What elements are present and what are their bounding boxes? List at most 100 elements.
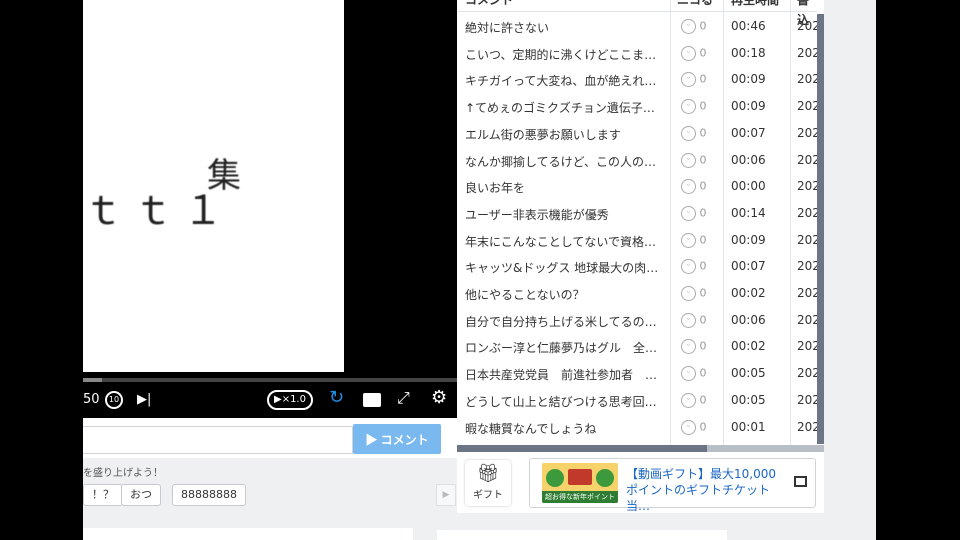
table-row[interactable]: 絶対に許さない ᵕ 0 00:46 202 xyxy=(457,14,817,41)
nico-count[interactable]: ᵕ 0 xyxy=(681,125,707,141)
nico-face-icon[interactable]: ᵕ xyxy=(681,392,696,408)
nico-face-icon[interactable]: ᵕ xyxy=(681,179,696,195)
vertical-scrollbar[interactable] xyxy=(817,14,824,444)
chip-88888888[interactable]: 88888888 xyxy=(172,484,246,506)
nico-face-icon[interactable]: ᵕ xyxy=(681,259,696,275)
nico-count-value: 0 xyxy=(699,420,707,433)
table-row[interactable]: キチガイって大変ね、血が絶えれば… ᵕ 0 00:09 202 xyxy=(457,67,817,94)
nico-count-value: 0 xyxy=(699,99,707,113)
table-row[interactable]: なんか揶揄してるけど、この人の活… ᵕ 0 00:06 202 xyxy=(457,148,817,175)
table-row[interactable]: キャッツ&ドッグス 地球最大の肉球… ᵕ 0 00:07 202 xyxy=(457,254,817,281)
nico-face-icon[interactable]: ᵕ xyxy=(681,205,696,221)
fullscreen-icon[interactable]: ⤢ xyxy=(397,388,410,408)
nico-count[interactable]: ᵕ 0 xyxy=(681,286,707,301)
play-time: 00:46 xyxy=(731,19,766,33)
play-time: 00:07 xyxy=(731,259,766,274)
table-row[interactable]: ロンぶー淳と仁藤夢乃はグル 全国… ᵕ 0 00:02 202 xyxy=(457,334,817,361)
header-comment[interactable]: コメント xyxy=(465,0,513,10)
comment-text: 暇な糖質なんでしょうね xyxy=(465,421,597,436)
nico-face-icon[interactable]: ᵕ xyxy=(681,366,696,382)
nico-count[interactable]: ᵕ 0 xyxy=(681,99,707,115)
post-date: 202 xyxy=(797,19,817,33)
play-time: 00:14 xyxy=(731,205,766,220)
nico-face-icon[interactable]: ᵕ xyxy=(681,232,696,248)
below-content-left xyxy=(83,528,413,540)
post-date: 202 xyxy=(797,392,817,407)
play-time: 00:02 xyxy=(731,286,766,300)
table-row[interactable]: 年末にこんなことしてないで資格の… ᵕ 0 00:09 202 xyxy=(457,228,817,255)
table-row[interactable]: 暇な糖質なんでしょうね ᵕ 0 00:01 202 xyxy=(457,415,817,442)
nico-count-value: 0 xyxy=(699,206,707,220)
banner-image-caption: 超お得な新年ポイント xyxy=(542,491,618,503)
banner-link-text[interactable]: 【動画ギフト】最大10,000ポイントのギフトチケット当… xyxy=(626,466,786,514)
play-time: 00:05 xyxy=(731,392,766,407)
nico-count[interactable]: ᵕ 0 xyxy=(681,392,707,408)
comment-text: 日本共産党党員 前進社参加者 阿… xyxy=(465,368,665,383)
post-date: 202 xyxy=(797,125,817,140)
table-row[interactable]: どうして山上と結びつける思考回路… ᵕ 0 00:05 202 xyxy=(457,388,817,415)
post-date: 202 xyxy=(797,45,817,60)
horizontal-scrollbar-thumb[interactable] xyxy=(457,445,707,452)
nico-count[interactable]: ᵕ 0 xyxy=(681,259,707,275)
chips-next-arrow-icon[interactable]: ▶ xyxy=(436,484,456,506)
nico-count[interactable]: ᵕ 0 xyxy=(681,179,707,195)
comment-input[interactable] xyxy=(83,426,353,454)
header-time[interactable]: 再生時間 xyxy=(731,0,779,10)
comment-submit-button[interactable]: ▶ コメント xyxy=(353,424,441,454)
nico-face-icon[interactable]: ᵕ xyxy=(681,19,696,34)
table-row[interactable]: エルム街の悪夢お願いします ᵕ 0 00:07 202 xyxy=(457,121,817,148)
table-row[interactable]: 自分で自分持ち上げる米してるの悲… ᵕ 0 00:06 202 xyxy=(457,308,817,335)
nico-count[interactable]: ᵕ 0 xyxy=(681,339,707,355)
comment-text: 絶対に許さない xyxy=(465,21,550,35)
nico-face-icon[interactable]: ᵕ xyxy=(681,125,696,141)
table-row[interactable]: ↑てめぇのゴミクズチョン遺伝子耐… ᵕ 0 00:09 202 xyxy=(457,94,817,121)
nico-count[interactable]: ᵕ 0 xyxy=(681,45,707,61)
loop-icon[interactable]: ↻ xyxy=(329,388,344,408)
chip-otsu[interactable]: おつ xyxy=(121,484,161,506)
play-time: 00:05 xyxy=(731,366,766,381)
nico-count[interactable]: ᵕ 0 xyxy=(681,312,707,328)
gift-campaign-banner[interactable]: 超お得な新年ポイント 【動画ギフト】最大10,000ポイントのギフトチケット当… xyxy=(529,458,816,513)
nico-count-value: 0 xyxy=(699,19,707,33)
comment-text: キチガイって大変ね、血が絶えれば… xyxy=(465,74,665,89)
chip-exclaim[interactable]: ！？ xyxy=(83,484,123,506)
nico-face-icon[interactable]: ᵕ xyxy=(681,45,696,61)
nico-face-icon[interactable]: ᵕ xyxy=(681,286,696,301)
nico-count[interactable]: ᵕ 0 xyxy=(681,19,707,34)
nico-count[interactable]: ᵕ 0 xyxy=(681,366,707,382)
comment-toggle-icon[interactable] xyxy=(363,393,381,407)
nico-count[interactable]: ᵕ 0 xyxy=(681,205,707,221)
header-nico[interactable]: ニコる xyxy=(677,0,713,10)
video-caption-sup: 集 xyxy=(207,156,241,196)
nico-count-value: 0 xyxy=(699,393,707,407)
nico-face-icon[interactable]: ᵕ xyxy=(681,339,696,355)
gift-button[interactable]: 🎁︎ ギフト xyxy=(465,460,511,506)
settings-gear-icon[interactable]: ⚙ xyxy=(431,388,447,408)
screen: { "player": { "video_text_main": "ｔｔ１", … xyxy=(0,0,960,540)
nico-face-icon[interactable]: ᵕ xyxy=(681,152,696,168)
play-time: 00:09 xyxy=(731,232,766,247)
table-row[interactable]: 日本共産党党員 前進社参加者 阿… ᵕ 0 00:05 202 xyxy=(457,361,817,388)
banner-image: 超お得な新年ポイント xyxy=(542,463,618,503)
table-row[interactable]: 良いお年を ᵕ 0 00:00 202 xyxy=(457,174,817,201)
nico-face-icon[interactable]: ᵕ xyxy=(681,312,696,328)
playback-speed-button[interactable]: ▶×1.0 xyxy=(267,390,313,410)
replay-10-icon[interactable]: 10 xyxy=(105,391,123,409)
nico-face-icon[interactable]: ᵕ xyxy=(681,99,696,115)
nico-face-icon[interactable]: ᵕ xyxy=(681,419,696,435)
post-date: 202 xyxy=(797,152,817,167)
nico-count-value: 0 xyxy=(699,366,707,380)
skip-next-icon[interactable]: ▶| xyxy=(137,390,151,410)
video-frame: ｔｔ１ 集 xyxy=(83,0,344,372)
table-row[interactable]: 他にやることないの？ ᵕ 0 00:02 202 xyxy=(457,281,817,308)
nico-count-value: 0 xyxy=(699,339,707,353)
open-window-icon[interactable] xyxy=(794,476,807,487)
table-row[interactable]: ユーザー非表示機能が優秀 ᵕ 0 00:14 202 xyxy=(457,201,817,228)
nico-count[interactable]: ᵕ 0 xyxy=(681,152,707,168)
nico-count[interactable]: ᵕ 0 xyxy=(681,232,707,248)
nico-count[interactable]: ᵕ 0 xyxy=(681,72,707,88)
nico-count[interactable]: ᵕ 0 xyxy=(681,419,707,435)
table-row[interactable]: こいつ、定期的に沸くけどここまで… ᵕ 0 00:18 202 xyxy=(457,41,817,68)
post-date: 202 xyxy=(797,99,817,114)
nico-face-icon[interactable]: ᵕ xyxy=(681,72,696,88)
